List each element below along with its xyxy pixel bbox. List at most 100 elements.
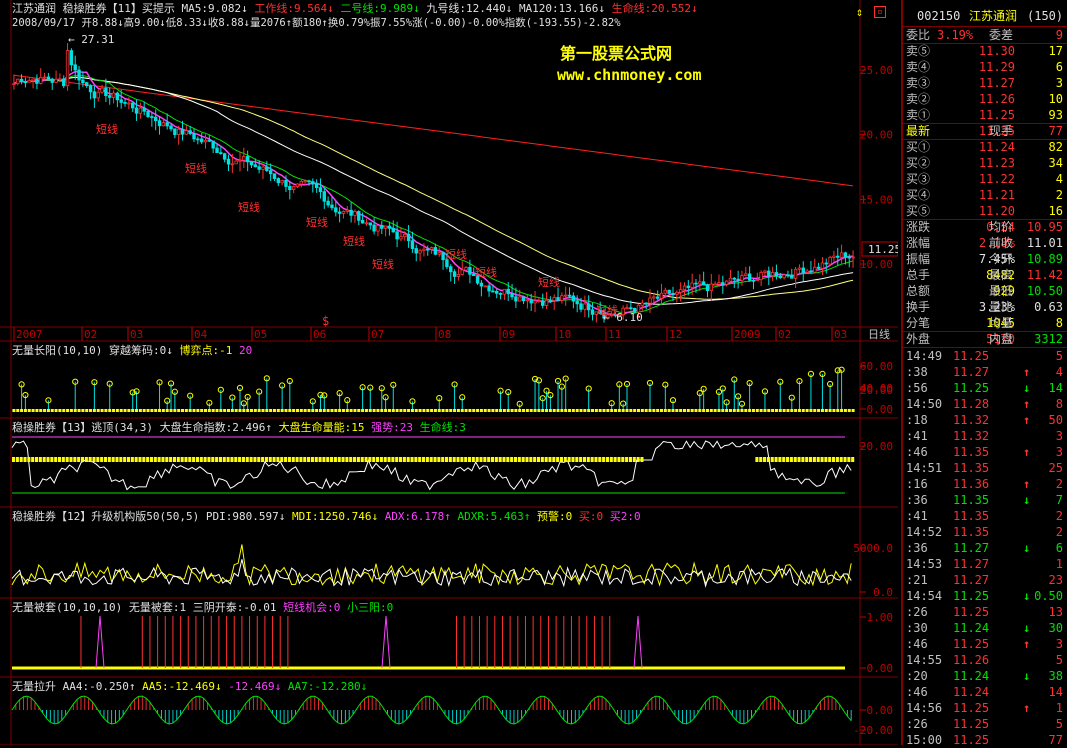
panel6-d: AA7:-12.280↓	[287, 680, 368, 693]
close-icon[interactable]: ▫	[874, 6, 886, 18]
panel6-title: 无量拉升	[12, 680, 56, 693]
candle-body	[353, 211, 357, 216]
bid-volume: 34	[1048, 156, 1063, 170]
panel2-base	[215, 409, 219, 412]
date-axis-label: 12	[669, 328, 682, 341]
scroll-up-icon[interactable]: ⇕	[856, 6, 863, 18]
panel3-bar	[165, 457, 169, 462]
panel4-d: ADXR:5.463↑	[457, 510, 531, 523]
panel2-base	[748, 409, 752, 412]
ask-row[interactable]: 卖① 11.25 93	[903, 107, 1067, 123]
candle-body	[115, 92, 120, 101]
candle-body	[383, 225, 388, 229]
candle-body	[303, 180, 307, 183]
candle-body	[173, 128, 177, 135]
panel2-base	[177, 409, 181, 412]
candle-body	[678, 289, 683, 293]
ask-row[interactable]: 卖③ 11.27 3	[903, 75, 1067, 91]
ask-label: 卖②	[906, 92, 931, 106]
tick-volume: 5	[1055, 717, 1063, 731]
bid-row[interactable]: 买④ 11.21 2	[903, 187, 1067, 203]
bid-row[interactable]: 买② 11.23 34	[903, 155, 1067, 171]
ask-row[interactable]: 卖④ 11.29 6	[903, 59, 1067, 75]
candle-body	[345, 209, 349, 212]
tick-volume: 8	[1055, 397, 1063, 411]
panel2-base	[299, 409, 303, 412]
ask-row[interactable]: 卖② 11.26 10	[903, 91, 1067, 107]
work-line-value: 工作线:9.564↓	[254, 2, 334, 15]
panel2-base	[399, 409, 403, 412]
panel2-base	[472, 409, 476, 412]
tick-price: 11.35	[953, 461, 990, 475]
panel2-base	[659, 409, 663, 412]
tick-time: 14:54	[906, 589, 943, 603]
panel3-bar	[820, 457, 824, 462]
bid-row[interactable]: 买⑤ 11.20 16	[903, 203, 1067, 219]
ask-label: 卖④	[906, 60, 931, 74]
panel3-bar	[50, 457, 54, 462]
candle-body	[226, 158, 231, 165]
panel2-base	[334, 409, 338, 412]
chart-area[interactable]: 25.00 20.00 15.00 10.00 ← 27.31 ← 6.10 短线 短线 短线短…	[0, 0, 898, 745]
bid-row[interactable]: 买③ 11.22 4	[903, 171, 1067, 187]
ask-row[interactable]: 卖⑤ 11.30 17	[903, 43, 1067, 59]
bid-volume: 4	[1055, 172, 1063, 186]
panel3-bar	[812, 457, 816, 462]
candle-body	[222, 153, 227, 160]
tick-time: :36	[906, 541, 928, 555]
candle-body	[709, 283, 714, 292]
panel3-bar	[119, 457, 123, 462]
panel6-b: AA5:-12.469↓	[142, 680, 222, 693]
panel3-bar	[575, 457, 579, 462]
candle-body	[751, 279, 756, 282]
panel3-bar	[839, 457, 843, 462]
panel3-bar	[107, 457, 111, 462]
bid-price: 11.21	[978, 188, 1015, 202]
panel2-base	[391, 409, 395, 412]
panel3-bar	[410, 457, 414, 462]
panel6-axis-label: 0.00	[867, 704, 894, 717]
panel3-bar	[23, 457, 27, 462]
panel4-e: 预警:0	[537, 510, 573, 523]
tick-price: 11.24	[953, 669, 990, 683]
panel2-base	[81, 409, 85, 412]
candle-body	[563, 294, 568, 297]
panel3-bar	[115, 457, 119, 462]
panel2-base	[58, 409, 62, 412]
date-axis-label: 02	[778, 328, 791, 341]
ask-label: 卖⑤	[906, 44, 931, 58]
panel3-bar	[241, 457, 245, 462]
panel2-base	[502, 409, 506, 412]
stat-value-2: 10.50	[1026, 284, 1063, 298]
candle-body	[199, 138, 204, 143]
panel2-base	[407, 409, 411, 412]
panel2-base	[663, 409, 667, 412]
price-axis-label: 15.00	[860, 193, 893, 206]
candle-body	[380, 225, 384, 229]
candle-body	[85, 82, 89, 87]
tick-arrow-icon: ↑	[1023, 413, 1031, 427]
panel5-axis-label: 0.00	[867, 662, 894, 675]
stat-row: 涨幅 2.18% 前收 11.01	[903, 235, 1067, 251]
tick-time: :16	[906, 477, 928, 491]
panel3-bar	[284, 457, 288, 462]
panel2-base	[571, 409, 575, 412]
panel2-base	[345, 409, 349, 412]
bid-row[interactable]: 买① 11.24 82	[903, 139, 1067, 155]
panel2-base	[744, 409, 748, 412]
panel2-base	[614, 409, 618, 412]
candle-body	[820, 262, 825, 269]
candle-body	[242, 156, 246, 161]
chart-canvas[interactable]: 25.0020.0015.0010.00← 27.31← 6.10短线短线短线短…	[0, 0, 898, 745]
candle-body	[579, 303, 583, 310]
panel3-bar	[134, 457, 138, 462]
panel3-bar	[276, 457, 280, 462]
panel5-c: 短线机会:0	[283, 601, 341, 614]
panel2-base	[820, 409, 824, 412]
panel3-bar	[46, 457, 50, 462]
stat-row: 分笔 1045 均量 8	[903, 315, 1067, 331]
candle-body	[35, 78, 39, 84]
panel2-base	[422, 409, 426, 412]
candle-body	[65, 50, 70, 87]
candle-body	[280, 180, 284, 184]
